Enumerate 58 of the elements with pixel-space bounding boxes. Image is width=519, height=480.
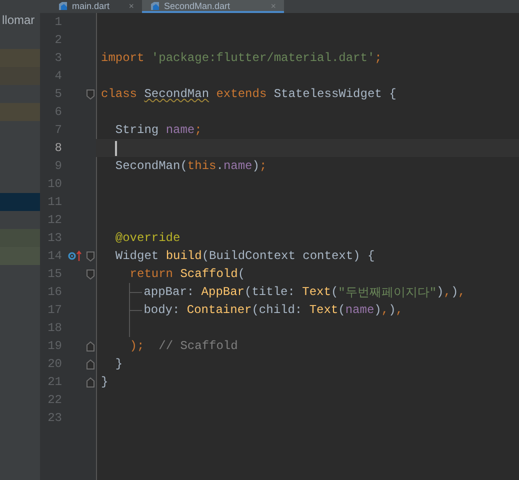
code-token: } (114, 357, 123, 371)
code-token: extends (215, 87, 268, 101)
code-token: ; (194, 123, 202, 137)
code-token: build (166, 249, 202, 263)
code-token: appBar: (144, 285, 196, 299)
code-token: ; (259, 159, 267, 173)
code-token: SecondMan (144, 87, 210, 101)
code-token: ) (374, 303, 382, 317)
code-token: ) (436, 285, 444, 299)
code-token: SecondMan( (114, 159, 188, 173)
code-token: name (223, 159, 252, 173)
code-token: name (345, 303, 374, 317)
line-number: 8 (54, 141, 62, 155)
code-token: ) (450, 285, 458, 299)
code-token: ( (238, 267, 246, 281)
editor-tab[interactable]: main.dart × (50, 0, 142, 13)
code-token: class (101, 87, 138, 101)
code-token: Widget (114, 249, 160, 263)
code-token: Container (186, 303, 252, 317)
tab-label: SecondMan.dart (164, 0, 232, 10)
editor-tab[interactable]: SecondMan.dart × (142, 0, 284, 13)
project-tree-item[interactable]: llomar (0, 13, 40, 31)
code-token: , (458, 285, 466, 299)
close-icon[interactable]: × (128, 1, 134, 11)
code-token: , (444, 285, 451, 299)
tab-label: main.dart (72, 1, 111, 11)
code-token: ( (330, 285, 338, 299)
code-comment: // Scaffold (158, 339, 238, 353)
code-token: (title: (244, 285, 296, 299)
code-token: "두번째페이지다" (338, 284, 437, 300)
code-token: @override (114, 231, 180, 245)
code-token: , (381, 303, 389, 317)
code-token: this (187, 159, 216, 173)
code-token: AppBar (201, 285, 245, 299)
code-token: body: (144, 303, 181, 317)
code-token: import (101, 51, 146, 65)
override-marker-icon (68, 250, 82, 262)
code-token: (child: (252, 303, 304, 317)
code-token: Text (302, 285, 331, 299)
code-token: Text (309, 303, 338, 317)
code-token: StatelessWidget { (274, 87, 396, 101)
code-token: ( (338, 303, 346, 317)
code-token: return (128, 267, 174, 281)
code-token: 'package:flutter/material.dart' (151, 51, 375, 65)
code-token: ; (374, 51, 382, 65)
code-token: name (166, 123, 195, 137)
code-token: } (101, 375, 108, 389)
code-token: ) (252, 159, 260, 173)
code-token: Scaffold (180, 267, 238, 281)
close-icon[interactable]: × (270, 0, 276, 10)
code-token: String (114, 123, 160, 137)
code-token: ); (128, 339, 144, 353)
code-token: , (396, 303, 403, 317)
file-icon (150, 0, 160, 10)
code-token: ) (388, 303, 396, 317)
code-token: (BuildContext context) { (202, 249, 375, 263)
code-token: . (216, 159, 224, 173)
file-icon (58, 1, 68, 11)
